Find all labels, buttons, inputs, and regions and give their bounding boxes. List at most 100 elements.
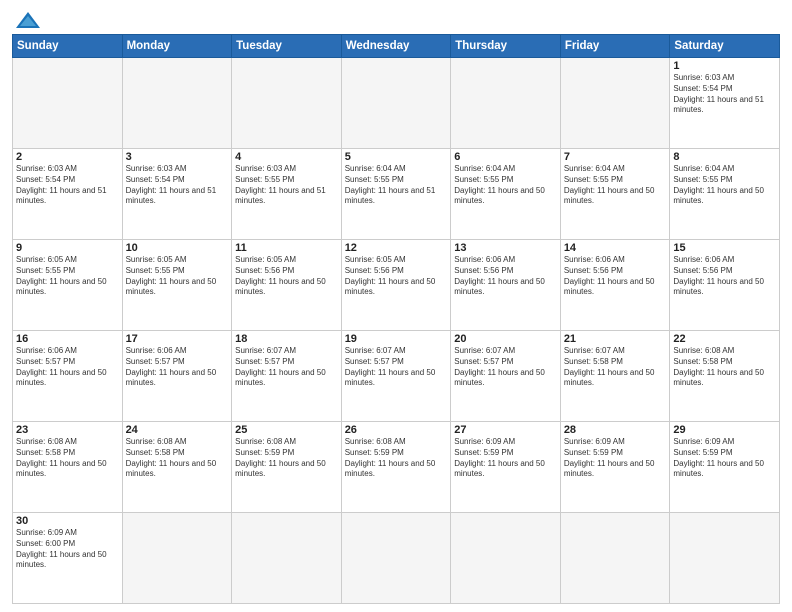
day-info: Sunrise: 6:07 AMSunset: 5:57 PMDaylight:… [235, 346, 338, 389]
day-info: Sunrise: 6:09 AMSunset: 6:00 PMDaylight:… [16, 528, 119, 571]
day-cell [670, 513, 780, 604]
week-row-1: 1Sunrise: 6:03 AMSunset: 5:54 PMDaylight… [13, 58, 780, 149]
day-cell: 4Sunrise: 6:03 AMSunset: 5:55 PMDaylight… [232, 149, 342, 240]
day-number: 2 [16, 151, 119, 163]
day-cell [560, 513, 670, 604]
weekday-header-saturday: Saturday [670, 35, 780, 58]
day-info: Sunrise: 6:05 AMSunset: 5:55 PMDaylight:… [126, 255, 229, 298]
day-cell: 17Sunrise: 6:06 AMSunset: 5:57 PMDayligh… [122, 331, 232, 422]
day-info: Sunrise: 6:03 AMSunset: 5:54 PMDaylight:… [126, 164, 229, 207]
day-cell: 22Sunrise: 6:08 AMSunset: 5:58 PMDayligh… [670, 331, 780, 422]
day-cell: 9Sunrise: 6:05 AMSunset: 5:55 PMDaylight… [13, 240, 123, 331]
day-number: 28 [564, 424, 667, 436]
day-info: Sunrise: 6:08 AMSunset: 5:59 PMDaylight:… [345, 437, 448, 480]
day-cell [341, 513, 451, 604]
day-number: 22 [673, 333, 776, 345]
day-cell: 18Sunrise: 6:07 AMSunset: 5:57 PMDayligh… [232, 331, 342, 422]
day-info: Sunrise: 6:08 AMSunset: 5:59 PMDaylight:… [235, 437, 338, 480]
day-cell: 16Sunrise: 6:06 AMSunset: 5:57 PMDayligh… [13, 331, 123, 422]
day-cell [13, 58, 123, 149]
day-info: Sunrise: 6:04 AMSunset: 5:55 PMDaylight:… [345, 164, 448, 207]
day-cell: 29Sunrise: 6:09 AMSunset: 5:59 PMDayligh… [670, 422, 780, 513]
day-cell: 8Sunrise: 6:04 AMSunset: 5:55 PMDaylight… [670, 149, 780, 240]
day-number: 29 [673, 424, 776, 436]
day-cell: 15Sunrise: 6:06 AMSunset: 5:56 PMDayligh… [670, 240, 780, 331]
day-cell [232, 58, 342, 149]
day-cell: 14Sunrise: 6:06 AMSunset: 5:56 PMDayligh… [560, 240, 670, 331]
day-number: 13 [454, 242, 557, 254]
weekday-row: SundayMondayTuesdayWednesdayThursdayFrid… [13, 35, 780, 58]
day-cell: 30Sunrise: 6:09 AMSunset: 6:00 PMDayligh… [13, 513, 123, 604]
day-cell: 6Sunrise: 6:04 AMSunset: 5:55 PMDaylight… [451, 149, 561, 240]
day-info: Sunrise: 6:06 AMSunset: 5:56 PMDaylight:… [673, 255, 776, 298]
week-row-5: 23Sunrise: 6:08 AMSunset: 5:58 PMDayligh… [13, 422, 780, 513]
calendar-header: SundayMondayTuesdayWednesdayThursdayFrid… [13, 35, 780, 58]
week-row-3: 9Sunrise: 6:05 AMSunset: 5:55 PMDaylight… [13, 240, 780, 331]
logo [12, 10, 42, 28]
day-cell [560, 58, 670, 149]
day-cell: 10Sunrise: 6:05 AMSunset: 5:55 PMDayligh… [122, 240, 232, 331]
day-info: Sunrise: 6:04 AMSunset: 5:55 PMDaylight:… [673, 164, 776, 207]
weekday-header-tuesday: Tuesday [232, 35, 342, 58]
weekday-header-wednesday: Wednesday [341, 35, 451, 58]
header [12, 10, 780, 28]
day-number: 9 [16, 242, 119, 254]
day-info: Sunrise: 6:05 AMSunset: 5:56 PMDaylight:… [235, 255, 338, 298]
day-cell: 23Sunrise: 6:08 AMSunset: 5:58 PMDayligh… [13, 422, 123, 513]
day-cell: 28Sunrise: 6:09 AMSunset: 5:59 PMDayligh… [560, 422, 670, 513]
day-cell [451, 513, 561, 604]
day-cell: 1Sunrise: 6:03 AMSunset: 5:54 PMDaylight… [670, 58, 780, 149]
page: SundayMondayTuesdayWednesdayThursdayFrid… [0, 0, 792, 612]
logo-icon [14, 10, 42, 30]
day-cell: 19Sunrise: 6:07 AMSunset: 5:57 PMDayligh… [341, 331, 451, 422]
weekday-header-thursday: Thursday [451, 35, 561, 58]
day-cell: 25Sunrise: 6:08 AMSunset: 5:59 PMDayligh… [232, 422, 342, 513]
day-number: 16 [16, 333, 119, 345]
day-number: 21 [564, 333, 667, 345]
day-cell [451, 58, 561, 149]
day-number: 6 [454, 151, 557, 163]
day-info: Sunrise: 6:06 AMSunset: 5:56 PMDaylight:… [564, 255, 667, 298]
day-number: 30 [16, 515, 119, 527]
day-number: 27 [454, 424, 557, 436]
day-cell [232, 513, 342, 604]
day-info: Sunrise: 6:05 AMSunset: 5:55 PMDaylight:… [16, 255, 119, 298]
day-info: Sunrise: 6:06 AMSunset: 5:57 PMDaylight:… [16, 346, 119, 389]
day-info: Sunrise: 6:09 AMSunset: 5:59 PMDaylight:… [454, 437, 557, 480]
day-info: Sunrise: 6:08 AMSunset: 5:58 PMDaylight:… [673, 346, 776, 389]
day-cell: 3Sunrise: 6:03 AMSunset: 5:54 PMDaylight… [122, 149, 232, 240]
day-cell: 5Sunrise: 6:04 AMSunset: 5:55 PMDaylight… [341, 149, 451, 240]
day-cell: 13Sunrise: 6:06 AMSunset: 5:56 PMDayligh… [451, 240, 561, 331]
weekday-header-friday: Friday [560, 35, 670, 58]
day-number: 4 [235, 151, 338, 163]
day-number: 11 [235, 242, 338, 254]
day-number: 19 [345, 333, 448, 345]
day-cell: 20Sunrise: 6:07 AMSunset: 5:57 PMDayligh… [451, 331, 561, 422]
day-info: Sunrise: 6:09 AMSunset: 5:59 PMDaylight:… [673, 437, 776, 480]
day-info: Sunrise: 6:07 AMSunset: 5:58 PMDaylight:… [564, 346, 667, 389]
day-info: Sunrise: 6:04 AMSunset: 5:55 PMDaylight:… [454, 164, 557, 207]
day-info: Sunrise: 6:07 AMSunset: 5:57 PMDaylight:… [454, 346, 557, 389]
day-cell: 12Sunrise: 6:05 AMSunset: 5:56 PMDayligh… [341, 240, 451, 331]
day-number: 1 [673, 60, 776, 72]
day-cell: 27Sunrise: 6:09 AMSunset: 5:59 PMDayligh… [451, 422, 561, 513]
day-number: 5 [345, 151, 448, 163]
weekday-header-monday: Monday [122, 35, 232, 58]
day-info: Sunrise: 6:04 AMSunset: 5:55 PMDaylight:… [564, 164, 667, 207]
day-cell: 2Sunrise: 6:03 AMSunset: 5:54 PMDaylight… [13, 149, 123, 240]
day-number: 25 [235, 424, 338, 436]
day-number: 15 [673, 242, 776, 254]
day-info: Sunrise: 6:08 AMSunset: 5:58 PMDaylight:… [16, 437, 119, 480]
day-number: 24 [126, 424, 229, 436]
day-number: 20 [454, 333, 557, 345]
day-info: Sunrise: 6:07 AMSunset: 5:57 PMDaylight:… [345, 346, 448, 389]
day-number: 26 [345, 424, 448, 436]
week-row-2: 2 Sunrise: 6:03 AMSunset: 5:54 PMDaylight… [13, 149, 780, 240]
day-info: Sunrise: 6:06 AMSunset: 5:57 PMDaylight:… [126, 346, 229, 389]
week-row-6: 30Sunrise: 6:09 AMSunset: 6:00 PMDayligh… [13, 513, 780, 604]
day-info: Sunrise: 6:05 AMSunset: 5:56 PMDaylight:… [345, 255, 448, 298]
calendar-body: 1 Sunrise: 6:03 AMSunset: 5:54 PMDaylight… [13, 58, 780, 604]
week-row-4: 16Sunrise: 6:06 AMSunset: 5:57 PMDayligh… [13, 331, 780, 422]
day-number: 23 [16, 424, 119, 436]
day-cell [122, 58, 232, 149]
